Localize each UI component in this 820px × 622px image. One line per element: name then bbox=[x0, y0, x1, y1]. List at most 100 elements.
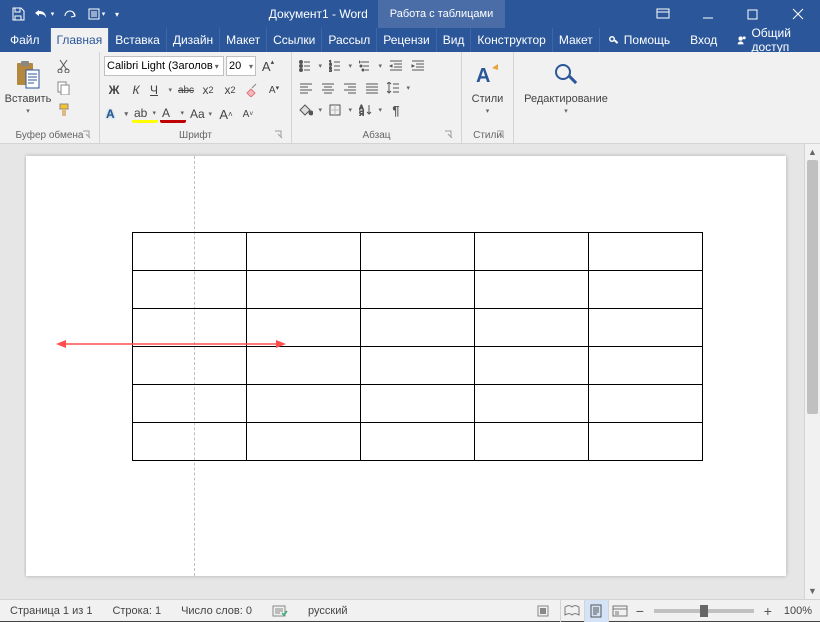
shrink-font-icon[interactable]: A▾ bbox=[264, 80, 284, 100]
tab-home[interactable]: Главная bbox=[51, 28, 110, 52]
title-center: Документ1 - Word Работа с таблицами bbox=[124, 0, 640, 28]
clear-formatting-icon[interactable] bbox=[242, 80, 262, 100]
view-print-layout-icon[interactable] bbox=[584, 600, 608, 622]
view-web-layout-icon[interactable] bbox=[608, 600, 632, 622]
tell-me-icon[interactable] bbox=[604, 28, 622, 52]
zoom-slider-thumb[interactable] bbox=[700, 605, 708, 617]
share-button[interactable]: Общий доступ bbox=[727, 26, 820, 54]
increase-indent-button[interactable] bbox=[408, 56, 428, 76]
view-read-mode-icon[interactable] bbox=[560, 600, 584, 622]
qat-customize-icon[interactable]: ▾ bbox=[110, 2, 124, 26]
redo-icon[interactable] bbox=[58, 2, 82, 26]
app-window: ▾ ▾ ▾ Документ1 - Word Работа с таблицам… bbox=[0, 0, 820, 621]
page[interactable] bbox=[26, 156, 786, 576]
find-icon bbox=[553, 59, 579, 91]
grow-font2-icon[interactable]: A˄ bbox=[216, 104, 236, 124]
shading-button[interactable] bbox=[296, 100, 324, 120]
scroll-up-icon[interactable]: ▲ bbox=[805, 144, 820, 160]
line-spacing-button[interactable] bbox=[384, 78, 412, 98]
multilevel-list-button[interactable] bbox=[356, 56, 384, 76]
zoom-in-button[interactable]: + bbox=[760, 603, 776, 619]
table-tools-context-tab[interactable]: Работа с таблицами bbox=[378, 0, 505, 28]
qat-extra-icon[interactable]: ▾ bbox=[84, 2, 108, 26]
svg-text:3: 3 bbox=[329, 68, 332, 72]
ribbon: Вставить ▾ Буфер обмена Calibri Light (З… bbox=[0, 52, 820, 144]
tab-references[interactable]: Ссылки bbox=[267, 28, 322, 52]
vertical-scrollbar[interactable]: ▲ ▼ bbox=[804, 144, 820, 599]
styles-dialog-launcher[interactable] bbox=[495, 130, 507, 142]
font-dialog-launcher[interactable] bbox=[273, 130, 285, 142]
numbering-button[interactable]: 123 bbox=[326, 56, 354, 76]
status-page[interactable]: Страница 1 из 1 bbox=[0, 600, 102, 622]
cut-icon[interactable] bbox=[54, 56, 74, 76]
tab-table-design[interactable]: Конструктор bbox=[471, 28, 552, 52]
font-size-combo[interactable]: 20▾ bbox=[226, 56, 256, 76]
align-left-button[interactable] bbox=[296, 78, 316, 98]
maximize-icon[interactable] bbox=[730, 0, 775, 28]
status-language[interactable]: русский bbox=[298, 600, 357, 622]
status-line[interactable]: Строка: 1 bbox=[102, 600, 171, 622]
copy-icon[interactable] bbox=[54, 78, 74, 98]
superscript-button[interactable]: x2 bbox=[220, 80, 240, 100]
shrink-font2-icon[interactable]: A˅ bbox=[238, 104, 258, 124]
paste-button[interactable]: Вставить ▾ bbox=[4, 54, 52, 120]
table-row[interactable] bbox=[133, 347, 703, 385]
status-macro-icon[interactable] bbox=[526, 600, 560, 622]
window-controls bbox=[640, 0, 820, 28]
sort-button[interactable]: AЯ bbox=[356, 100, 384, 120]
tab-mailings[interactable]: Рассыл bbox=[322, 28, 377, 52]
paste-icon bbox=[15, 59, 41, 91]
scroll-thumb[interactable] bbox=[807, 160, 818, 414]
change-case-button[interactable]: Aa bbox=[188, 104, 214, 124]
signin-button[interactable]: Вход bbox=[680, 33, 727, 47]
font-name-combo[interactable]: Calibri Light (Заголов▾ bbox=[104, 56, 224, 76]
table-row[interactable] bbox=[133, 271, 703, 309]
svg-text:A: A bbox=[476, 65, 490, 87]
tab-view[interactable]: Вид bbox=[437, 28, 472, 52]
tab-layout[interactable]: Макет bbox=[220, 28, 267, 52]
strikethrough-button[interactable]: abc bbox=[176, 80, 196, 100]
table-row[interactable] bbox=[133, 423, 703, 461]
justify-button[interactable] bbox=[362, 78, 382, 98]
highlight-color-button[interactable]: ab bbox=[132, 106, 158, 123]
zoom-slider[interactable] bbox=[654, 609, 754, 613]
show-marks-button[interactable]: ¶ bbox=[386, 100, 406, 120]
tab-review[interactable]: Рецензи bbox=[377, 28, 436, 52]
tab-design[interactable]: Дизайн bbox=[167, 28, 220, 52]
ribbon-display-icon[interactable] bbox=[640, 0, 685, 28]
save-icon[interactable] bbox=[6, 2, 30, 26]
subscript-button[interactable]: x2 bbox=[198, 80, 218, 100]
tab-table-layout[interactable]: Макет bbox=[553, 28, 600, 52]
borders-button[interactable] bbox=[326, 100, 354, 120]
editing-button[interactable]: Редактирование ▾ bbox=[518, 54, 614, 120]
styles-button[interactable]: A Стили ▾ bbox=[466, 54, 509, 120]
undo-icon[interactable]: ▾ bbox=[32, 2, 56, 26]
tab-insert[interactable]: Вставка bbox=[109, 28, 167, 52]
tab-file[interactable]: Файл bbox=[0, 28, 51, 52]
table-row[interactable] bbox=[133, 385, 703, 423]
bullets-button[interactable] bbox=[296, 56, 324, 76]
align-center-button[interactable] bbox=[318, 78, 338, 98]
text-effects-button[interactable]: A bbox=[104, 104, 130, 124]
scroll-down-icon[interactable]: ▼ bbox=[805, 583, 820, 599]
format-painter-icon[interactable] bbox=[54, 100, 74, 120]
paragraph-dialog-launcher[interactable] bbox=[443, 130, 455, 142]
italic-button[interactable]: К bbox=[126, 80, 146, 100]
zoom-percent[interactable]: 100% bbox=[776, 605, 820, 617]
font-color-button[interactable]: A bbox=[160, 106, 186, 123]
minimize-icon[interactable] bbox=[685, 0, 730, 28]
share-label: Общий доступ bbox=[751, 26, 810, 54]
table-row[interactable] bbox=[133, 233, 703, 271]
status-word-count[interactable]: Число слов: 0 bbox=[171, 600, 262, 622]
tell-me-text[interactable]: Помощь bbox=[622, 33, 680, 47]
zoom-out-button[interactable]: − bbox=[632, 603, 648, 619]
status-spellcheck-icon[interactable] bbox=[262, 600, 298, 622]
decrease-indent-button[interactable] bbox=[386, 56, 406, 76]
underline-button[interactable]: Ч bbox=[148, 80, 174, 100]
clipboard-dialog-launcher[interactable] bbox=[81, 130, 93, 142]
document-title: Документ1 - Word bbox=[259, 7, 378, 21]
close-icon[interactable] bbox=[775, 0, 820, 28]
grow-font-icon[interactable]: A▴ bbox=[258, 56, 278, 76]
bold-button[interactable]: Ж bbox=[104, 80, 124, 100]
align-right-button[interactable] bbox=[340, 78, 360, 98]
